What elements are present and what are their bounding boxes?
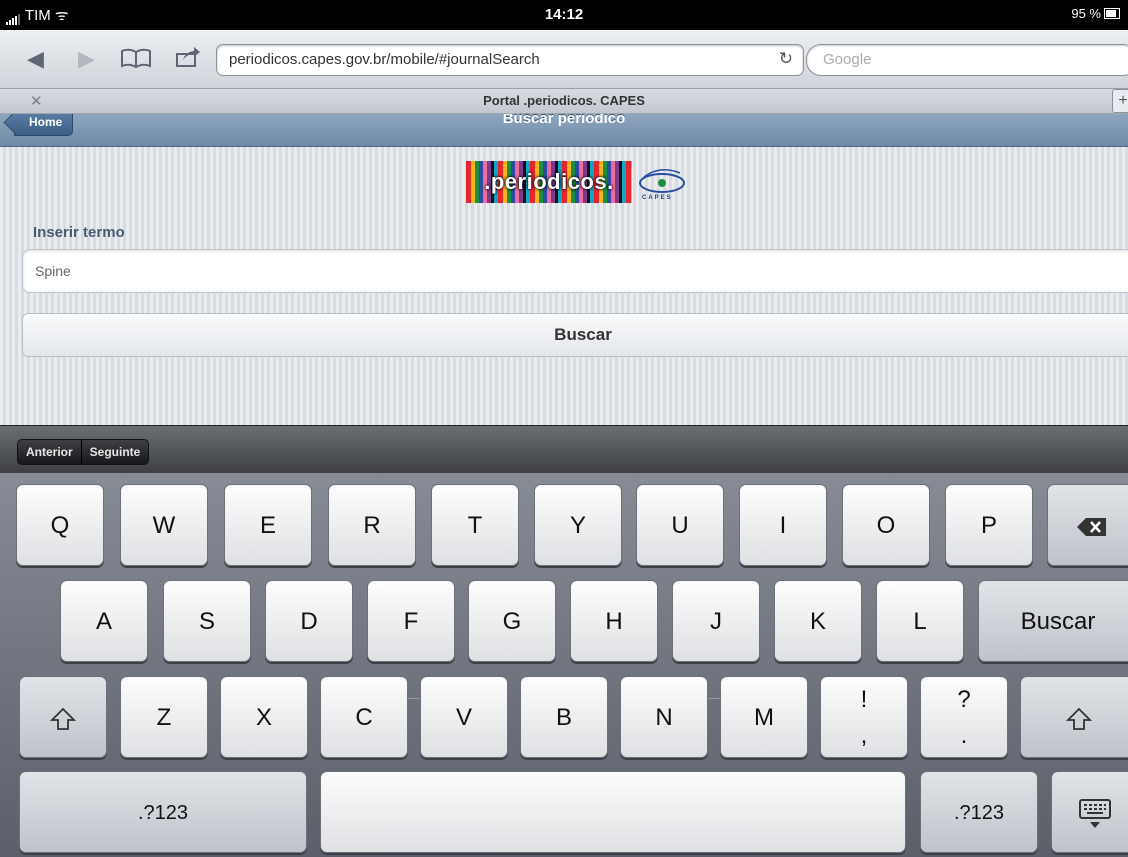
reload-icon[interactable]: ↻ [779,49,793,69]
back-arrow-icon[interactable]: ◀ [27,48,44,70]
search-button[interactable]: Buscar [22,313,1128,357]
key-y[interactable]: Y [534,484,622,566]
backspace-icon [1077,517,1106,536]
key-f-label: F [403,608,419,635]
key-v[interactable]: V [420,676,508,758]
battery-icon [1104,8,1120,19]
key-h[interactable]: H [570,580,658,662]
key-u[interactable]: U [636,484,724,566]
key-period-label: . [960,722,968,749]
logo-wordmark: .periodicos. [484,169,614,194]
key-k[interactable]: K [774,580,862,662]
forward-arrow-icon[interactable]: ▶ [78,48,95,70]
url-text: periodicos.capes.gov.br/mobile/#journalS… [229,51,540,68]
key-p[interactable]: P [945,484,1033,566]
battery-percent: 95 % [1071,6,1101,21]
key-c[interactable]: C [320,676,408,758]
share-icon[interactable] [175,46,201,72]
key-f[interactable]: F [367,580,455,662]
key-b[interactable]: B [520,676,608,758]
home-row-nub [673,651,759,653]
form-accessory-bar: Anterior Seguinte [0,425,1128,474]
onscreen-keyboard: Q W E R T Y U I O P A S D F G H J K L Bu… [0,473,1128,857]
key-j[interactable]: J [672,580,760,662]
home-row-nub [368,651,454,653]
key-dismiss-keyboard[interactable] [1051,771,1128,853]
key-numbers-right[interactable]: .?123 [920,771,1038,853]
key-d[interactable]: D [265,580,353,662]
battery-indicator: 95 % [1071,6,1120,21]
new-tab-plus-icon[interactable]: + [1112,89,1128,113]
prev-next-control: Anterior Seguinte [17,439,150,465]
browser-toolbar: ◀ ▶ periodicos.capes.gov.br/mobile/#jour… [0,30,1128,89]
search-placeholder: Google [823,51,872,68]
key-e[interactable]: E [224,484,312,566]
key-comma-label: , [860,722,868,749]
shift-arrow-icon [1066,707,1092,730]
key-i[interactable]: I [739,484,827,566]
key-x[interactable]: X [220,676,308,758]
page-header: Home Buscar periódico [0,114,1128,147]
key-o[interactable]: O [842,484,930,566]
status-bar: TIM ᯤ 14:12 95 % [0,0,1128,30]
search-term-input[interactable]: Spine [22,249,1128,293]
previous-button[interactable]: Anterior [18,440,81,464]
page-content: .periodicos. CAPES Inserir termo Spine B… [0,147,1128,425]
key-shift-right[interactable] [1020,676,1128,758]
tab-title[interactable]: Portal .periodicos. CAPES [0,93,1128,108]
capes-eye-icon [639,169,685,193]
key-question-period[interactable]: ? . [920,676,1008,758]
key-g[interactable]: G [468,580,556,662]
key-z[interactable]: Z [120,676,208,758]
key-m[interactable]: M [720,676,808,758]
key-t[interactable]: T [431,484,519,566]
key-s[interactable]: S [163,580,251,662]
key-j-label: J [710,608,722,635]
keyboard-dismiss-icon [1079,798,1111,828]
address-bar[interactable]: periodicos.capes.gov.br/mobile/#journalS… [216,44,804,76]
key-l[interactable]: L [876,580,964,662]
logo-capes-text: CAPES [642,195,673,201]
key-r[interactable]: R [328,484,416,566]
key-q[interactable]: Q [16,484,104,566]
key-exclaim-comma[interactable]: ! , [820,676,908,758]
next-button[interactable]: Seguinte [80,440,149,464]
key-backspace[interactable] [1047,484,1128,566]
key-return-search[interactable]: Buscar [978,580,1128,662]
search-term-value: Spine [35,263,71,279]
key-shift-left[interactable] [19,676,107,758]
search-field[interactable]: Google [806,44,1128,76]
clock: 14:12 [544,6,584,23]
bookmarks-book-icon[interactable] [120,47,152,73]
key-space[interactable] [320,771,906,853]
key-a[interactable]: A [60,580,148,662]
key-w[interactable]: W [120,484,208,566]
page-title: Buscar periódico [502,114,626,127]
key-numbers-left[interactable]: .?123 [19,771,307,853]
shift-arrow-icon [50,707,76,730]
field-label: Inserir termo [33,224,125,241]
tab-bar: ✕ Portal .periodicos. CAPES + [0,89,1128,114]
key-n[interactable]: N [620,676,708,758]
